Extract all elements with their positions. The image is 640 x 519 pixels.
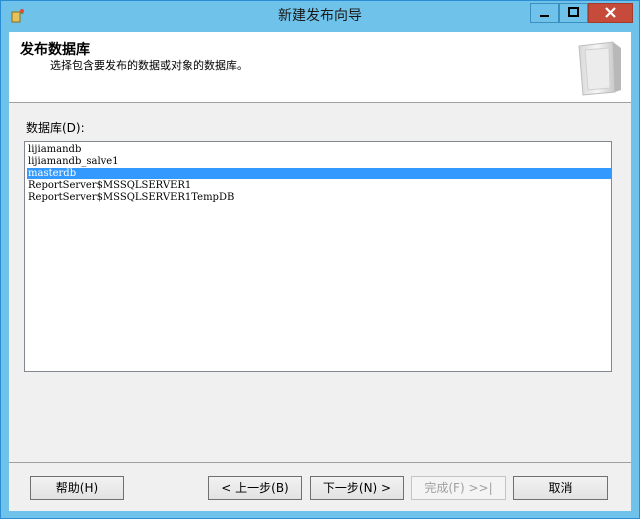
page-subtitle: 选择包含要发布的数据或对象的数据库。	[50, 59, 248, 72]
title-bar[interactable]: 新建发布向导	[1, 1, 639, 31]
close-button[interactable]	[588, 3, 633, 23]
back-button[interactable]: < 上一步(B)	[208, 476, 302, 500]
close-icon	[605, 7, 616, 18]
minimize-button[interactable]	[530, 3, 559, 23]
cancel-button[interactable]: 取消	[513, 476, 608, 500]
maximize-icon	[568, 7, 579, 17]
list-item[interactable]: lijiamandb	[27, 144, 611, 155]
wizard-content: 发布数据库 选择包含要发布的数据或对象的数据库。 数据库(D): lijiama…	[9, 32, 631, 511]
minimize-icon	[540, 15, 549, 17]
maximize-button[interactable]	[559, 3, 588, 23]
database-label: 数据库(D):	[26, 121, 85, 135]
wizard-window: 新建发布向导 发布数据库 选择包含要发布的数据或对象的数据库。 数据库(D): …	[0, 0, 640, 519]
list-item[interactable]: lijiamandb_salve1	[27, 156, 611, 167]
list-item-selected[interactable]: masterdb	[27, 168, 611, 179]
publication-icon	[569, 40, 623, 96]
help-button[interactable]: 帮助(H)	[30, 476, 124, 500]
finish-button[interactable]: 完成(F) >>|	[411, 476, 506, 500]
next-button[interactable]: 下一步(N) >	[310, 476, 404, 500]
list-item[interactable]: ReportServer$MSSQLSERVER1TempDB	[27, 192, 611, 203]
list-item[interactable]: ReportServer$MSSQLSERVER1	[27, 180, 611, 191]
database-listbox[interactable]: lijiamandb lijiamandb_salve1 masterdb Re…	[24, 141, 612, 372]
page-title: 发布数据库	[20, 42, 90, 58]
footer-divider	[9, 462, 631, 463]
wizard-header: 发布数据库 选择包含要发布的数据或对象的数据库。	[9, 32, 631, 103]
